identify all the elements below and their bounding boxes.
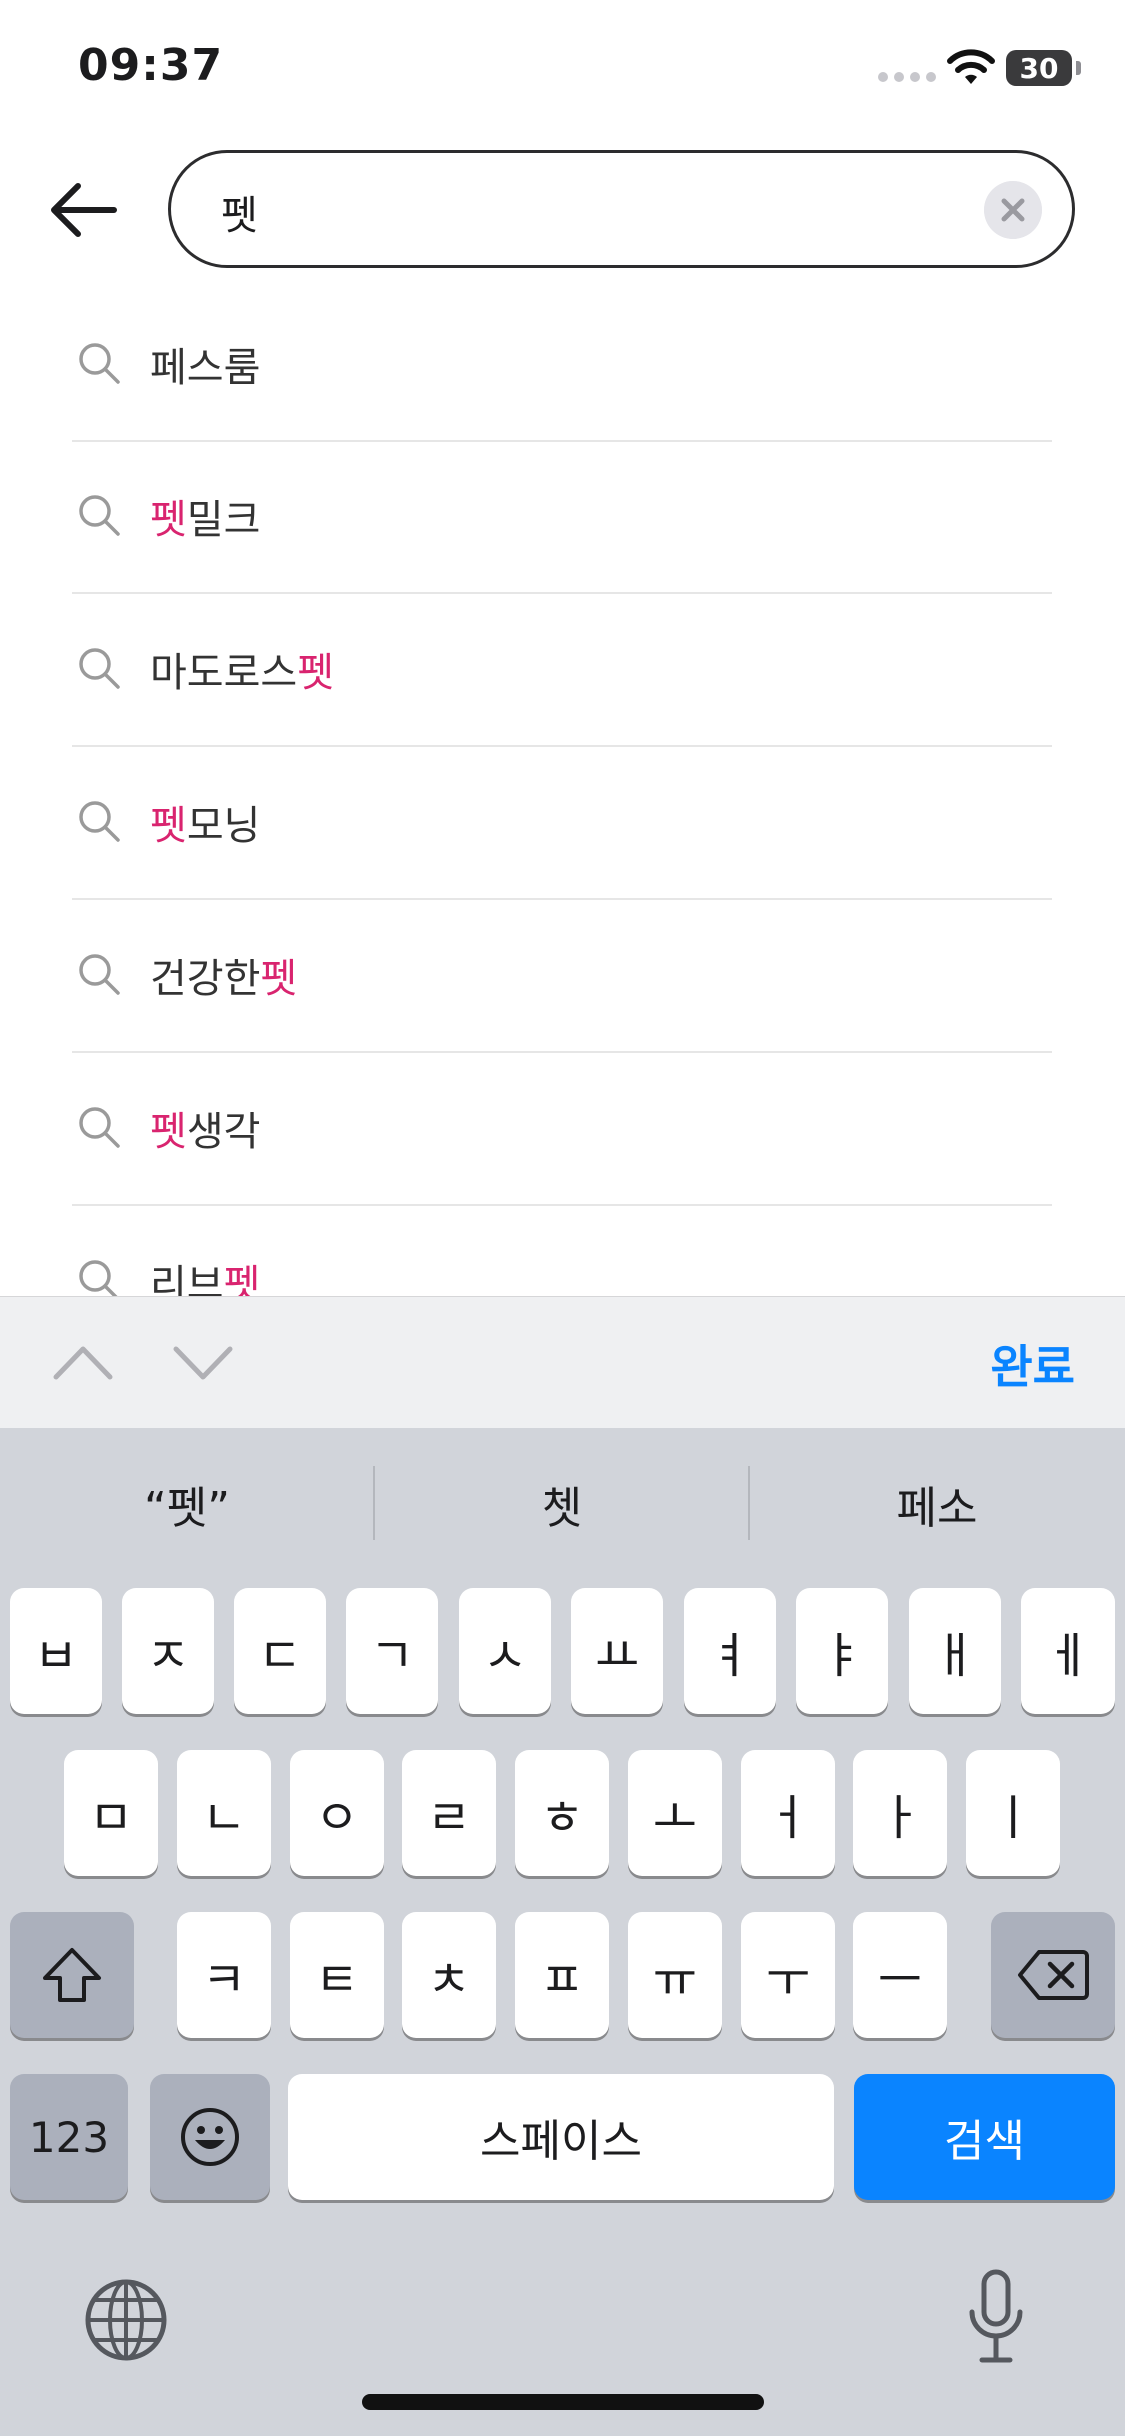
- key[interactable]: ㅋ: [177, 1912, 271, 2038]
- microphone-icon[interactable]: [964, 2268, 1028, 2368]
- key[interactable]: ㄹ: [402, 1750, 496, 1876]
- shift-icon: [43, 1948, 101, 2002]
- suggestion-label: 펫생각: [150, 1109, 261, 1155]
- key[interactable]: ㅅ: [459, 1588, 551, 1714]
- done-button[interactable]: 완료: [990, 1331, 1075, 1397]
- battery-cap: [1076, 61, 1081, 75]
- key[interactable]: ㅏ: [853, 1750, 947, 1876]
- suggestion-item[interactable]: 마도로스펫: [72, 595, 1052, 747]
- key[interactable]: ㅜ: [741, 1912, 835, 2038]
- chevron-down-icon[interactable]: [170, 1337, 236, 1387]
- key[interactable]: ㅌ: [290, 1912, 384, 2038]
- battery-icon: 30: [1006, 50, 1072, 86]
- suggestion-label: 펫모닝: [150, 803, 261, 849]
- suggestion-item[interactable]: 건강한펫: [72, 901, 1052, 1053]
- predictive-text-bar: “펫” 쳇 페소: [0, 1428, 1125, 1578]
- prediction-item[interactable]: 페소: [750, 1472, 1124, 1536]
- status-bar: 09:37 30: [0, 0, 1125, 140]
- key[interactable]: ㅂ: [10, 1588, 102, 1714]
- suggestion-item[interactable]: 펫모닝: [72, 748, 1052, 900]
- emoji-icon: [181, 2108, 239, 2166]
- space-key[interactable]: 스페이스: [288, 2074, 834, 2200]
- suggestion-label: 페스룸: [150, 345, 261, 391]
- suggestion-item[interactable]: 펫밀크: [72, 442, 1052, 594]
- search-icon: [79, 648, 120, 689]
- search-icon: [79, 1107, 120, 1148]
- delete-icon: [1018, 1950, 1089, 2000]
- key[interactable]: ㅣ: [966, 1750, 1060, 1876]
- home-indicator: [362, 2394, 764, 2410]
- prediction-item[interactable]: 쳇: [375, 1472, 749, 1536]
- suggestion-label: 마도로스펫: [150, 650, 335, 696]
- key[interactable]: ㅠ: [628, 1912, 722, 2038]
- suggestion-item[interactable]: 리브펫: [72, 1207, 1052, 1296]
- suggestion-label: 리브펫: [150, 1262, 261, 1296]
- globe-icon[interactable]: [84, 2278, 168, 2362]
- key[interactable]: ㅗ: [628, 1750, 722, 1876]
- back-arrow-icon[interactable]: [44, 170, 124, 250]
- key[interactable]: ㄱ: [346, 1588, 438, 1714]
- numbers-key[interactable]: 123: [10, 2074, 128, 2200]
- search-icon: [79, 801, 120, 842]
- search-icon: [79, 954, 120, 995]
- clear-icon[interactable]: [984, 181, 1042, 239]
- key[interactable]: ㅡ: [853, 1912, 947, 2038]
- suggestion-label: 건강한펫: [150, 956, 298, 1002]
- key[interactable]: ㅕ: [684, 1588, 776, 1714]
- status-time: 09:37: [78, 40, 224, 91]
- search-icon: [79, 495, 120, 536]
- key[interactable]: ㅁ: [64, 1750, 158, 1876]
- key[interactable]: ㅇ: [290, 1750, 384, 1876]
- prediction-item[interactable]: “펫”: [0, 1472, 374, 1536]
- suggestion-item[interactable]: 페스룸: [72, 290, 1052, 442]
- key[interactable]: ㄴ: [177, 1750, 271, 1876]
- shift-key[interactable]: [10, 1912, 134, 2038]
- key[interactable]: ㅐ: [909, 1588, 1001, 1714]
- key[interactable]: ㄷ: [234, 1588, 326, 1714]
- suggestion-item[interactable]: 펫생각: [72, 1054, 1052, 1206]
- search-input[interactable]: 펫: [168, 150, 1075, 268]
- wifi-icon: [947, 49, 995, 84]
- search-input-value[interactable]: 펫: [221, 183, 258, 241]
- search-icon: [79, 343, 120, 384]
- search-key[interactable]: 검색: [854, 2074, 1115, 2200]
- keyboard: “펫” 쳇 페소 ㅂ ㅈ ㄷ ㄱ ㅅ ㅛ ㅕ ㅑ ㅐ ㅔ ㅁ ㄴ ㅇ ㄹ ㅎ ㅗ…: [0, 1428, 1125, 2436]
- suggestion-list: 페스룸 펫밀크 마도로스펫 펫모닝 건강한펫 펫생각 리브펫: [0, 290, 1125, 1296]
- key[interactable]: ㅈ: [122, 1588, 214, 1714]
- delete-key[interactable]: [991, 1912, 1115, 2038]
- search-icon: [79, 1260, 118, 1296]
- cellular-signal-icon: [878, 72, 936, 82]
- key[interactable]: ㅓ: [741, 1750, 835, 1876]
- key[interactable]: ㅑ: [796, 1588, 888, 1714]
- suggestion-label: 펫밀크: [150, 497, 261, 543]
- chevron-up-icon[interactable]: [50, 1337, 116, 1387]
- emoji-key[interactable]: [150, 2074, 270, 2200]
- key[interactable]: ㅛ: [571, 1588, 663, 1714]
- keyboard-accessory-bar: 완료: [0, 1296, 1125, 1429]
- key[interactable]: ㅍ: [515, 1912, 609, 2038]
- key[interactable]: ㅎ: [515, 1750, 609, 1876]
- key[interactable]: ㅊ: [402, 1912, 496, 2038]
- key[interactable]: ㅔ: [1021, 1588, 1115, 1714]
